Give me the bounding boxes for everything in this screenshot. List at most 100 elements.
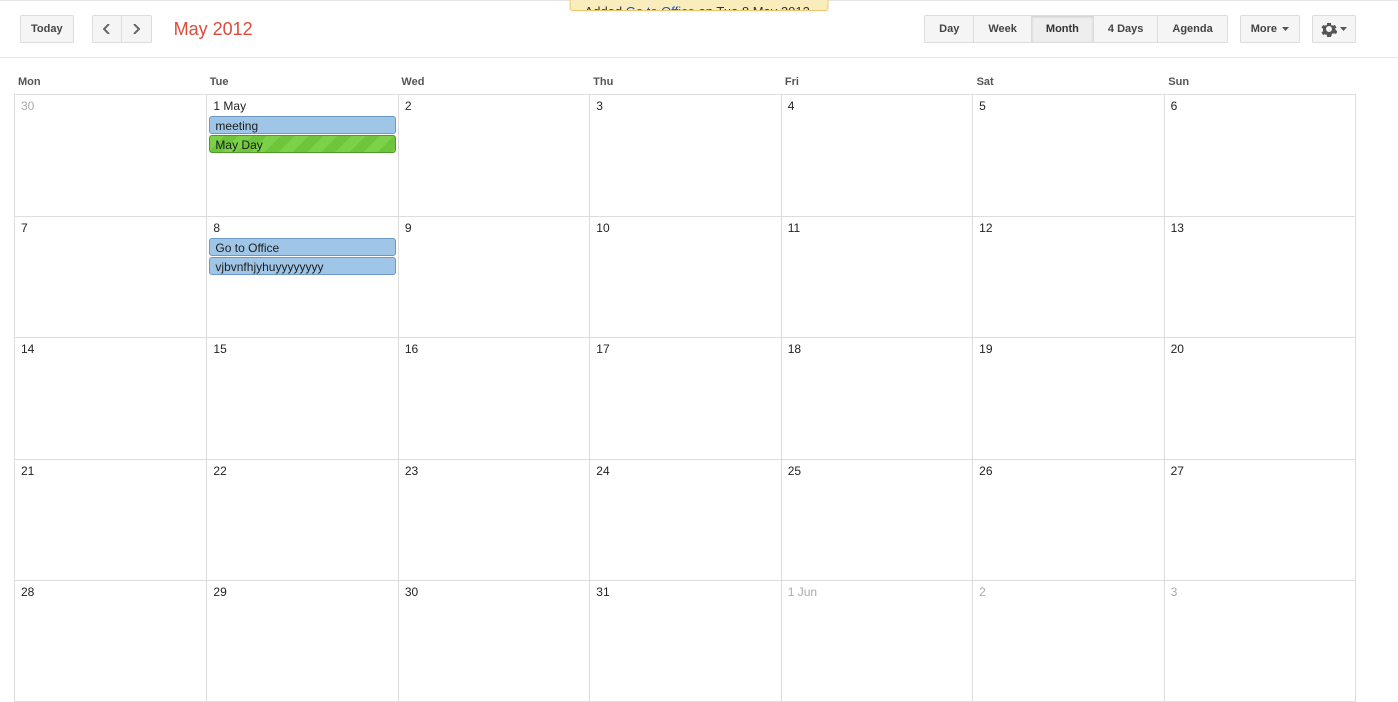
calendar-cell[interactable]: 10 [589, 217, 780, 337]
calendar-cell[interactable]: 31 [589, 581, 780, 701]
calendar-week: 14151617181920 [15, 337, 1355, 458]
date-label: 25 [782, 462, 972, 480]
calendar-cell[interactable]: 28 [15, 581, 206, 701]
calendar-cell[interactable]: 15 [206, 338, 397, 458]
calendar-event[interactable]: meeting [209, 116, 395, 134]
calendar-cell[interactable]: 22 [206, 460, 397, 580]
calendar-event[interactable]: May Day [209, 135, 395, 153]
calendar-event[interactable]: Go to Office [209, 238, 395, 256]
date-label: 13 [1165, 219, 1355, 237]
calendar-cell[interactable]: 3 [1164, 581, 1355, 701]
today-button-label: Today [31, 23, 63, 35]
calendar-grid: 301 MaymeetingMay Day2345678Go to Office… [14, 94, 1356, 702]
calendar-cell[interactable]: 7 [15, 217, 206, 337]
calendar-cell[interactable]: 16 [398, 338, 589, 458]
calendar-event[interactable]: vjbvnfhjyhuyyyyyyyy [209, 257, 395, 275]
view-day-label: Day [939, 23, 959, 35]
toast-prefix: Added [585, 4, 626, 11]
settings-button[interactable] [1312, 15, 1356, 43]
date-label: 27 [1165, 462, 1355, 480]
date-label: 24 [590, 462, 780, 480]
calendar-cell[interactable]: 3 [589, 95, 780, 216]
caret-down-icon [1282, 27, 1289, 31]
date-label: 30 [15, 97, 206, 115]
calendar-cell[interactable]: 30 [398, 581, 589, 701]
date-label: 19 [973, 340, 1163, 358]
calendar-cell[interactable]: 9 [398, 217, 589, 337]
calendar-week: 301 MaymeetingMay Day23456 [15, 95, 1355, 216]
calendar-cell[interactable]: 18 [781, 338, 972, 458]
date-label: 7 [15, 219, 206, 237]
caret-down-icon [1340, 27, 1347, 31]
dow-header: Wed [397, 72, 589, 94]
calendar-cell[interactable]: 13 [1164, 217, 1355, 337]
date-label: 16 [399, 340, 589, 358]
calendar-cell[interactable]: 8Go to Officevjbvnfhjyhuyyyyyyyy [206, 217, 397, 337]
view-week-button[interactable]: Week [974, 15, 1032, 43]
calendar-cell[interactable]: 1 Jun [781, 581, 972, 701]
calendar-cell[interactable]: 29 [206, 581, 397, 701]
dow-row: MonTueWedThuFriSatSun [14, 72, 1356, 94]
gear-icon [1321, 21, 1337, 37]
today-button[interactable]: Today [20, 15, 74, 43]
date-label: 3 [590, 97, 780, 115]
date-label: 10 [590, 219, 780, 237]
date-label: 11 [782, 219, 972, 237]
calendar-cell[interactable]: 21 [15, 460, 206, 580]
calendar-cell[interactable]: 2 [972, 581, 1163, 701]
calendar-cell[interactable]: 23 [398, 460, 589, 580]
date-label: 18 [782, 340, 972, 358]
calendar-cell[interactable]: 2 [398, 95, 589, 216]
calendar: MonTueWedThuFriSatSun 301 MaymeetingMay … [14, 72, 1356, 702]
view-day-button[interactable]: Day [924, 15, 974, 43]
more-button[interactable]: More [1240, 15, 1300, 43]
view-month-button[interactable]: Month [1032, 15, 1094, 43]
dow-header: Sat [973, 72, 1165, 94]
date-label: 6 [1165, 97, 1355, 115]
date-label: 4 [782, 97, 972, 115]
date-label: 28 [15, 583, 206, 601]
date-label: 14 [15, 340, 206, 358]
date-label: 15 [207, 340, 397, 358]
toast-link[interactable]: Go to Office [626, 4, 695, 11]
more-button-label: More [1251, 23, 1277, 35]
view-week-label: Week [988, 23, 1017, 35]
view-4days-button[interactable]: 4 Days [1094, 15, 1158, 43]
view-agenda-button[interactable]: Agenda [1158, 15, 1227, 43]
view-month-label: Month [1046, 23, 1079, 35]
calendar-cell[interactable]: 26 [972, 460, 1163, 580]
date-label: 2 [973, 583, 1163, 601]
date-label: 17 [590, 340, 780, 358]
calendar-cell[interactable]: 24 [589, 460, 780, 580]
calendar-cell[interactable]: 17 [589, 338, 780, 458]
page-title: May 2012 [174, 19, 253, 40]
calendar-week: 78Go to Officevjbvnfhjyhuyyyyyyyy9101112… [15, 216, 1355, 337]
calendar-cell[interactable]: 1 MaymeetingMay Day [206, 95, 397, 216]
calendar-cell[interactable]: 19 [972, 338, 1163, 458]
dow-header: Fri [781, 72, 973, 94]
calendar-cell[interactable]: 4 [781, 95, 972, 216]
chevron-left-icon [103, 24, 111, 34]
calendar-cell[interactable]: 27 [1164, 460, 1355, 580]
calendar-cell[interactable]: 12 [972, 217, 1163, 337]
date-label: 9 [399, 219, 589, 237]
view-4days-label: 4 Days [1108, 23, 1143, 35]
dow-header: Tue [206, 72, 398, 94]
calendar-cell[interactable]: 6 [1164, 95, 1355, 216]
calendar-cell[interactable]: 30 [15, 95, 206, 216]
calendar-cell[interactable]: 5 [972, 95, 1163, 216]
next-button[interactable] [122, 15, 152, 43]
toast-suffix: on Tue 8 May 2012. [699, 4, 814, 11]
calendar-week: 282930311 Jun23 [15, 580, 1355, 701]
date-label: 1 May [207, 97, 397, 115]
dow-header: Thu [589, 72, 781, 94]
chevron-right-icon [132, 24, 140, 34]
notification-toast: Added Go to Office on Tue 8 May 2012. [570, 0, 829, 11]
calendar-cell[interactable]: 14 [15, 338, 206, 458]
calendar-cell[interactable]: 20 [1164, 338, 1355, 458]
date-label: 21 [15, 462, 206, 480]
prev-button[interactable] [92, 15, 122, 43]
calendar-cell[interactable]: 11 [781, 217, 972, 337]
calendar-cell[interactable]: 25 [781, 460, 972, 580]
date-label: 5 [973, 97, 1163, 115]
